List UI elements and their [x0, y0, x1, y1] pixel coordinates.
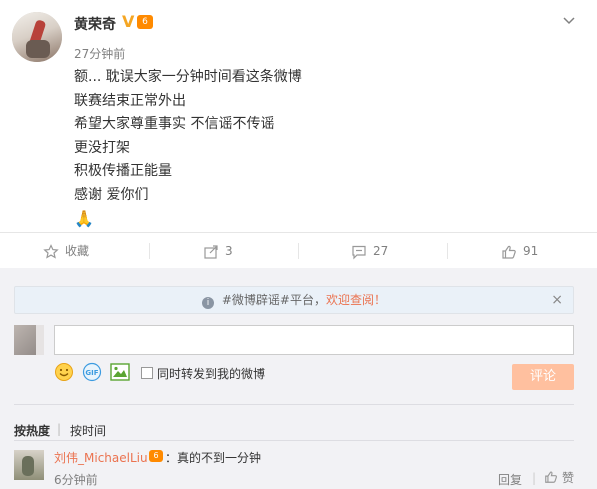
divider — [298, 243, 299, 259]
verified-badge-icon: V — [122, 12, 135, 31]
sort-separator: | — [57, 422, 62, 436]
author-name[interactable]: 黄荣奇 — [74, 14, 116, 34]
forward-checkbox[interactable] — [141, 367, 153, 379]
image-icon[interactable] — [110, 363, 130, 381]
commenter-avatar[interactable] — [14, 450, 44, 480]
sort-by-hot-tab[interactable]: 按热度 — [14, 422, 50, 439]
repost-icon — [204, 245, 218, 259]
post-content: 额... 耽误大家一分钟时间看这条微博 联赛结束正常外出 希望大家尊重事实 不信… — [74, 66, 574, 231]
divider — [447, 243, 448, 259]
close-icon[interactable]: × — [551, 287, 563, 313]
commenter-name[interactable]: 刘伟_MichaelLiu — [54, 449, 148, 466]
author-avatar[interactable] — [12, 12, 62, 62]
notice-link[interactable]: 欢迎查阅！ — [326, 293, 386, 307]
smiley-icon[interactable] — [54, 362, 74, 382]
weibo-post: 黄荣奇 V 6 27分钟前 额... 耽误大家一分钟时间看这条微博 联赛结束正常… — [0, 0, 597, 232]
reply-button[interactable]: 回复 — [498, 471, 522, 488]
vip-level-icon: 6 — [149, 450, 163, 462]
post-line: 联赛结束正常外出 — [74, 92, 186, 109]
vip-level-icon: 6 — [137, 15, 153, 29]
favorite-button[interactable]: 收藏 — [43, 233, 89, 269]
comment-input[interactable] — [54, 325, 574, 355]
divider — [14, 404, 574, 405]
like-button[interactable]: 91 — [501, 233, 538, 269]
divider — [149, 243, 150, 259]
submit-comment-button[interactable]: 评论 — [512, 364, 574, 390]
forward-label: 同时转发到我的微博 — [157, 367, 266, 381]
action-bar: 收藏 3 27 91 — [0, 232, 597, 268]
comment-text: ：真的不到一分钟 — [165, 451, 262, 465]
notice-text: #微博辟谣#平台， — [221, 293, 326, 307]
post-line: 希望大家尊重事实 不信谣不传谣 — [74, 116, 275, 132]
pray-emoji-icon: 🙏 — [74, 209, 94, 228]
star-icon — [43, 244, 59, 259]
chevron-down-icon[interactable] — [561, 12, 577, 28]
comment-timestamp: 6分钟前 — [54, 473, 98, 487]
thumbs-up-icon — [502, 245, 516, 259]
sort-by-time-tab[interactable]: 按时间 — [70, 422, 106, 439]
action-separator: | — [532, 471, 537, 485]
divider — [14, 440, 574, 441]
my-avatar — [14, 325, 44, 355]
svg-text:GIF: GIF — [85, 369, 98, 377]
thumbs-up-icon — [545, 471, 557, 483]
post-line: 积极传播正能量 — [74, 163, 172, 179]
post-timestamp[interactable]: 27分钟前 — [74, 45, 125, 62]
post-line: 更没打架 — [74, 139, 130, 156]
info-icon: i — [202, 297, 215, 309]
post-line: 感谢 爱你们 — [74, 186, 149, 203]
comment-like-button[interactable]: 赞 — [544, 469, 574, 486]
repost-button[interactable]: 3 — [203, 233, 233, 269]
gif-icon[interactable]: GIF — [82, 362, 102, 382]
rumor-notice: i #微博辟谣#平台，欢迎查阅！ × — [14, 286, 574, 314]
comment-icon — [352, 245, 366, 260]
post-line: 额... 耽误大家一分钟时间看这条微博 — [74, 69, 302, 85]
comment-button[interactable]: 27 — [351, 233, 388, 269]
